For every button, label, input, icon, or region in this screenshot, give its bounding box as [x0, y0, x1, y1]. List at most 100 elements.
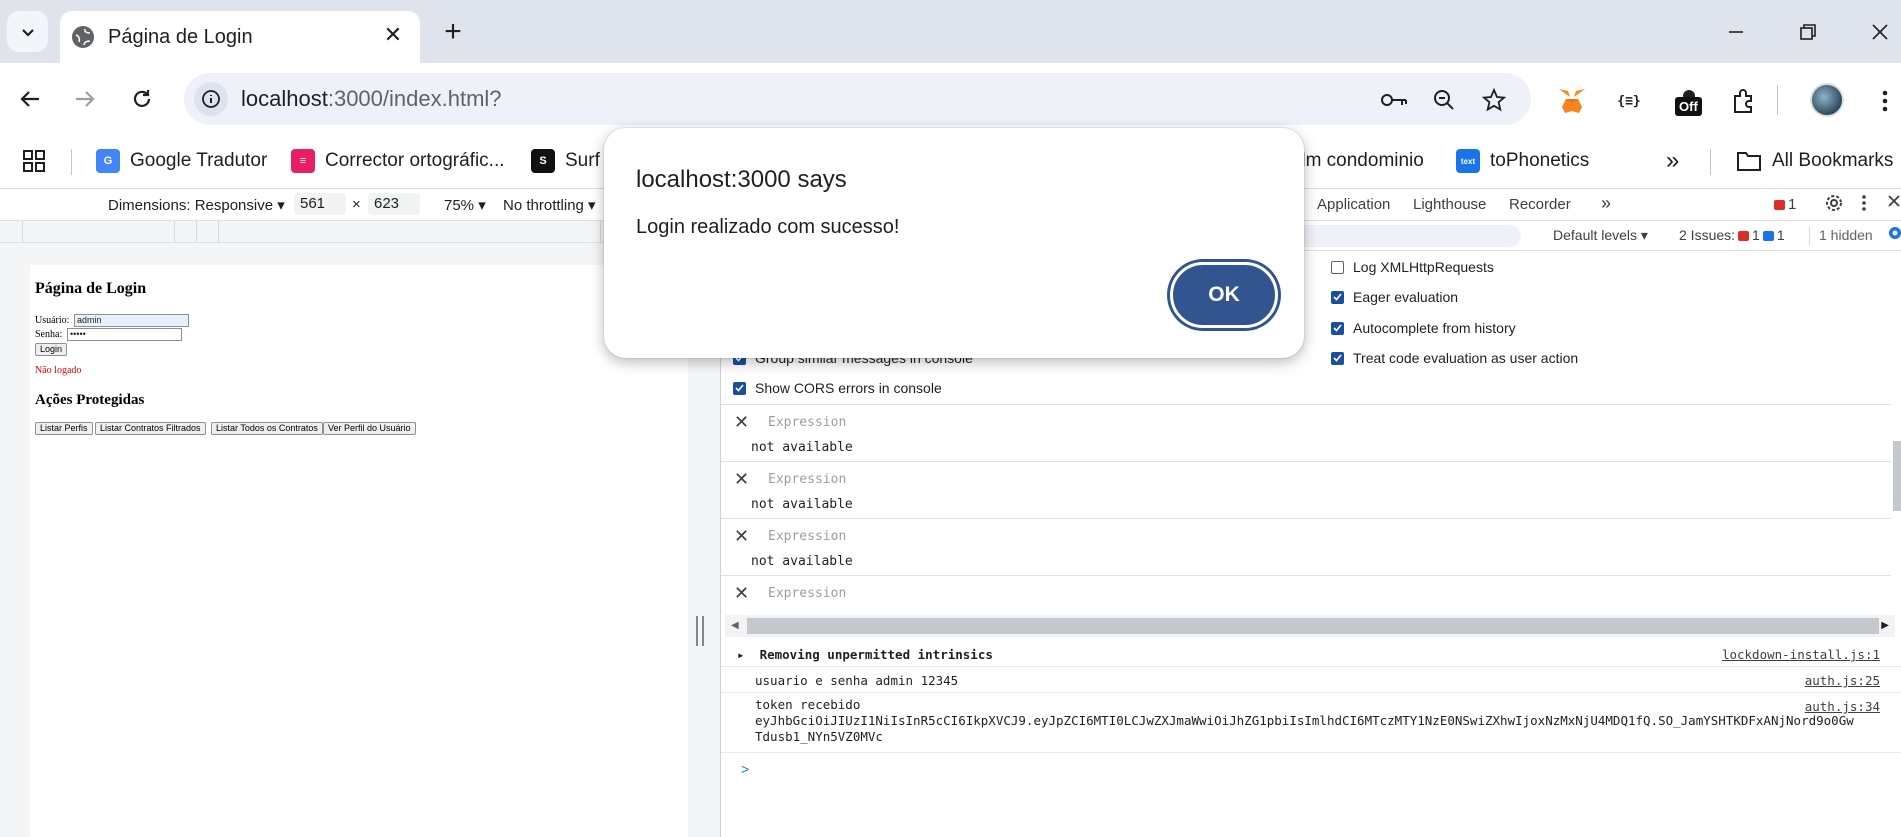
expression-input[interactable]: Expression	[768, 586, 846, 601]
apps-grid-icon[interactable]	[22, 145, 46, 177]
url-path: :3000/index.html?	[327, 86, 502, 111]
expression-input[interactable]: Expression	[768, 472, 846, 487]
height-input[interactable]: 623	[368, 193, 420, 215]
bookmark-condominio[interactable]: dm condominio	[1295, 145, 1424, 177]
tab-title: Página de Login	[108, 25, 253, 48]
metamask-icon[interactable]	[1555, 84, 1589, 118]
console-message-text: usuario e senha admin 12345	[755, 673, 959, 688]
reload-icon[interactable]	[124, 81, 160, 117]
throttling-select[interactable]: No throttling ▾	[503, 196, 596, 214]
zoom-select[interactable]: 75% ▾	[444, 196, 486, 214]
user-input[interactable]: admin	[74, 314, 189, 327]
more-tabs-icon[interactable]: »	[1601, 193, 1611, 214]
bookmark-surf[interactable]: S Surf	[531, 145, 600, 177]
issues-error-count: 1	[1752, 227, 1760, 243]
tab-active[interactable]: Página de Login ✕	[60, 11, 420, 63]
remove-expression-icon[interactable]: ✕	[734, 526, 749, 547]
password-input[interactable]: •••••	[67, 328, 182, 341]
issues-label: 2 Issues:	[1679, 227, 1736, 243]
new-tab-button[interactable]: +	[438, 15, 468, 48]
star-icon[interactable]	[1480, 86, 1508, 114]
ok-button[interactable]: OK	[1170, 262, 1278, 328]
minimize-icon[interactable]	[1718, 14, 1754, 50]
settings-gear-icon[interactable]	[1825, 194, 1843, 216]
scrollbar-thumb[interactable]	[1893, 441, 1901, 511]
scroll-right-icon[interactable]: ▶	[1881, 620, 1889, 631]
devtools-menu-icon[interactable]	[1862, 194, 1866, 216]
bookmark-corrector[interactable]: ≡ Corrector ortográfic...	[291, 145, 505, 177]
close-window-icon[interactable]	[1862, 14, 1898, 50]
error-icon	[1774, 200, 1785, 211]
json-viewer-icon[interactable]: {≡}	[1612, 84, 1646, 118]
bookmark-google-tradutor[interactable]: G Google Tradutor	[96, 145, 267, 177]
console-source-link[interactable]: lockdown-install.js:1	[1722, 647, 1880, 662]
tab-recorder[interactable]: Recorder	[1509, 196, 1571, 213]
extensions-puzzle-icon[interactable]	[1726, 84, 1760, 118]
width-input[interactable]: 561	[294, 193, 346, 215]
bookmarks-divider	[71, 149, 72, 175]
back-icon[interactable]	[12, 81, 48, 117]
horizontal-scrollbar[interactable]: ◀ ▶	[725, 615, 1895, 637]
console-source-link[interactable]: auth.js:34	[1805, 699, 1880, 714]
bookmarks-divider	[1710, 149, 1711, 175]
restore-icon[interactable]	[1790, 14, 1826, 50]
setting-label: Eager evaluation	[1353, 289, 1459, 305]
zoom-icon[interactable]	[1430, 86, 1458, 114]
resize-handle[interactable]	[696, 616, 704, 646]
all-bookmarks[interactable]: All Bookmarks	[1736, 145, 1893, 177]
eager-evaluation-checkbox[interactable]: Eager evaluation	[1331, 289, 1458, 305]
remove-expression-icon[interactable]: ✕	[734, 583, 749, 604]
page-title: Página de Login	[35, 280, 147, 297]
site-info-icon[interactable]	[194, 82, 228, 116]
list-profiles-button[interactable]: Listar Perfis	[35, 422, 93, 435]
login-button[interactable]: Login	[35, 343, 68, 356]
tab-search-button[interactable]	[7, 11, 48, 52]
treat-code-evaluation-checkbox[interactable]: Treat code evaluation as user action	[1331, 350, 1578, 366]
key-icon[interactable]	[1380, 86, 1408, 114]
profile-avatar[interactable]	[1810, 83, 1844, 117]
close-tab-icon[interactable]: ✕	[380, 22, 406, 48]
console-message: token recebido eyJhbGciOiJIUzI1NiIsInR5c…	[721, 693, 1901, 753]
list-all-contracts-button[interactable]: Listar Todos os Contratos	[211, 422, 323, 435]
console-message-text: token recebido eyJhbGciOiJIUzI1NiIsInR5c…	[755, 697, 1854, 744]
tab-lighthouse[interactable]: Lighthouse	[1413, 196, 1486, 213]
expression-input[interactable]: Expression	[768, 415, 846, 430]
console-source-link[interactable]: auth.js:25	[1805, 673, 1880, 688]
scrollbar-thumb[interactable]	[747, 618, 1879, 634]
setting-label: Log XMLHttpRequests	[1353, 259, 1494, 275]
remove-expression-icon[interactable]: ✕	[734, 412, 749, 433]
filter-divider	[1809, 227, 1810, 245]
console-settings-icon[interactable]	[1887, 225, 1901, 244]
expressions-scrollbar[interactable]	[1893, 411, 1901, 621]
bookmarks-overflow-icon[interactable]: »	[1666, 145, 1679, 177]
issues-button[interactable]: 2 Issues: 1 1	[1679, 227, 1785, 243]
address-bar[interactable]: localhost:3000/index.html?	[184, 73, 1531, 125]
toolbar-divider	[1777, 85, 1778, 115]
error-count-badge[interactable]: 1	[1771, 196, 1796, 213]
close-devtools-icon[interactable]	[1888, 194, 1900, 212]
hidden-count: 1 hidden	[1819, 227, 1873, 243]
list-filtered-contracts-button[interactable]: Listar Contratos Filtrados	[95, 422, 206, 435]
more-menu-icon[interactable]	[1868, 84, 1901, 118]
dimensions-select[interactable]: Dimensions: Responsive ▾	[108, 196, 285, 214]
console-message-text[interactable]: ▸ Removing unpermitted intrinsics	[737, 647, 993, 662]
scroll-left-icon[interactable]: ◀	[731, 620, 739, 631]
alert-dialog: localhost:3000 says Login realizado com …	[604, 128, 1304, 358]
url-text: localhost:3000/index.html?	[241, 86, 502, 112]
console-prompt[interactable]: >	[741, 761, 749, 777]
forward-icon[interactable]	[67, 81, 103, 117]
tab-application[interactable]: Application	[1317, 196, 1390, 213]
log-xhr-checkbox[interactable]: Log XMLHttpRequests	[1331, 259, 1494, 275]
browser-toolbar: localhost:3000/index.html? {≡}	[0, 63, 1901, 135]
view-user-profile-button[interactable]: Ver Perfil do Usuário	[323, 422, 416, 435]
checkbox-checked-icon	[1331, 321, 1344, 335]
all-bookmarks-label: All Bookmarks	[1772, 150, 1894, 171]
default-levels-select[interactable]: Default levels ▾	[1553, 227, 1648, 244]
expression-input[interactable]: Expression	[768, 529, 846, 544]
bookmark-tophonetics[interactable]: text toPhonetics	[1456, 145, 1589, 177]
show-cors-errors-checkbox[interactable]: Show CORS errors in console	[733, 380, 942, 396]
tab-strip: Página de Login ✕ +	[0, 0, 1901, 63]
remove-expression-icon[interactable]: ✕	[734, 469, 749, 490]
autocomplete-checkbox[interactable]: Autocomplete from history	[1331, 320, 1516, 336]
bookmark-label: dm condominio	[1295, 150, 1424, 171]
